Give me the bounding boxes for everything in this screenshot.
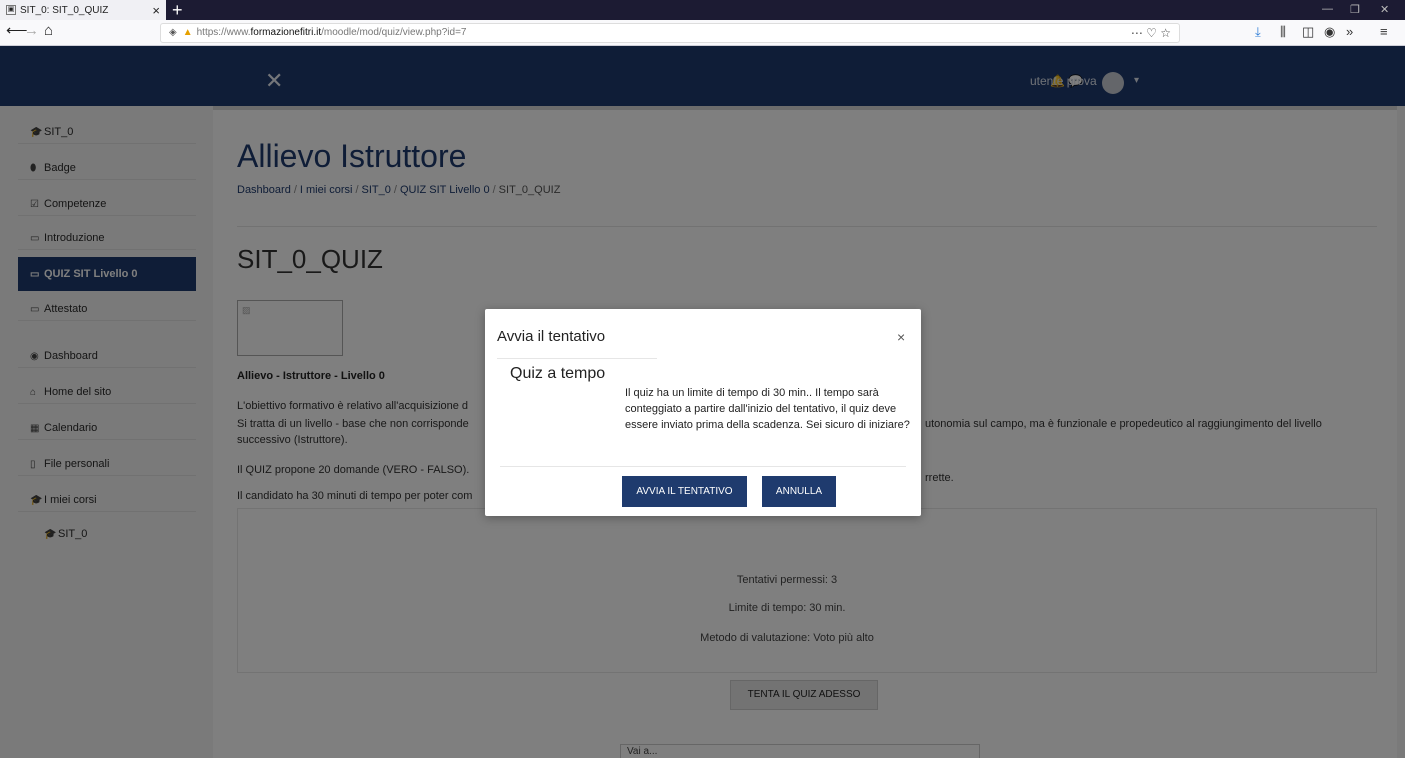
dialog-message: Il quiz ha un limite di tempo di 30 min.… — [625, 387, 910, 431]
maximize-icon[interactable]: ❐ — [1350, 3, 1360, 16]
home-icon[interactable]: ⌂ — [44, 22, 53, 40]
download-icon[interactable]: ⤓ — [1255, 24, 1261, 40]
dialog-title: Avvia il tentativo — [497, 328, 606, 345]
cancel-button[interactable]: ANNULLA — [762, 476, 836, 507]
new-tab-icon[interactable]: + — [172, 0, 183, 20]
url-actions[interactable]: ⋯ ♡ ☆ — [1131, 24, 1171, 42]
start-attempt-dialog: Avvia il tentativo × Quiz a tempo Il qui… — [485, 309, 921, 516]
overflow-icon[interactable]: » — [1346, 24, 1353, 39]
start-attempt-button[interactable]: AVVIA IL TENTATIVO — [622, 476, 747, 507]
dialog-footer-divider — [500, 466, 906, 467]
url-domain: formazionefitri.it — [250, 27, 322, 38]
dialog-divider — [497, 358, 657, 359]
forward-icon[interactable]: → — [24, 22, 39, 40]
url-path: /moodle/mod/quiz/view.php?id=7 — [321, 27, 467, 38]
browser-titlebar — [0, 0, 1405, 20]
menu-icon[interactable]: ≡ — [1380, 24, 1388, 39]
page-favicon-icon: ▣ — [6, 5, 16, 15]
window-close-icon[interactable]: ✕ — [1380, 3, 1389, 16]
account-icon[interactable]: ◉ — [1324, 24, 1335, 40]
dialog-subtitle: Quiz a tempo — [510, 365, 606, 382]
sidebar-icon[interactable]: ◫ — [1302, 24, 1314, 40]
minimize-icon[interactable]: — — [1322, 3, 1333, 15]
tab-close-icon[interactable]: × — [152, 3, 160, 18]
url-prefix: https://www. — [196, 27, 251, 38]
close-icon[interactable]: × — [897, 329, 905, 345]
tracking-shield-icon: ◈ — [169, 27, 177, 38]
tab-title: SIT_0: SIT_0_QUIZ — [20, 4, 109, 16]
library-icon[interactable]: ⫼ — [1280, 24, 1286, 40]
url-bar[interactable]: ◈ ▲ https://www.formazionefitri.it/moodle/… — [160, 23, 1180, 43]
browser-tab[interactable]: ▣ SIT_0: SIT_0_QUIZ × — [0, 0, 166, 20]
insecure-lock-icon: ▲ — [182, 27, 193, 38]
